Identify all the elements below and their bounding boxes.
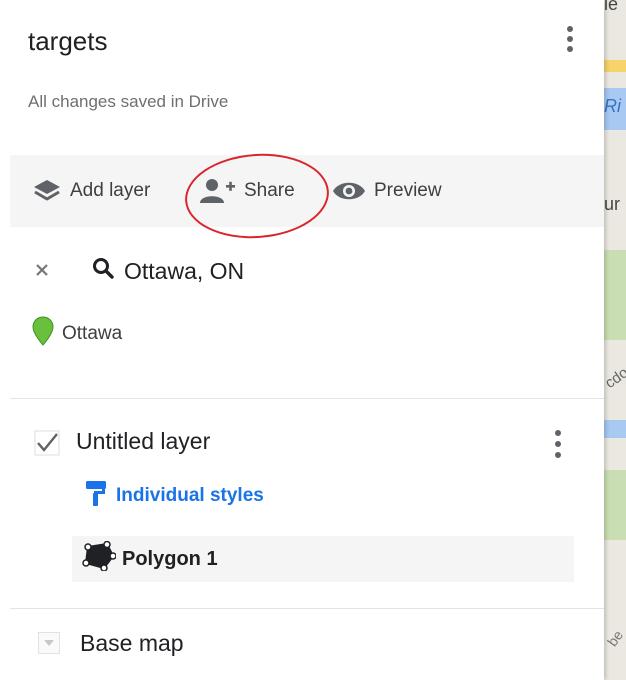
map-sidebar-panel: targets All changes saved in Drive Add l…: [0, 0, 604, 680]
share-label: Share: [244, 180, 295, 201]
map-label: ie: [604, 0, 619, 14]
map-options-menu-button[interactable]: [560, 24, 580, 54]
checkbox-checked-icon: [34, 430, 60, 456]
map-title[interactable]: targets: [28, 26, 108, 57]
feature-label: Polygon 1: [122, 547, 218, 570]
search-results-section: Ottawa, ON Ottawa: [0, 240, 604, 400]
add-layer-label: Add layer: [70, 180, 151, 201]
preview-label: Preview: [374, 180, 442, 201]
polygon-icon: [82, 540, 117, 577]
layer-visibility-checkbox[interactable]: [34, 430, 60, 456]
clear-search-button[interactable]: [30, 260, 54, 284]
toolbar: Add layer Share Preview: [10, 155, 604, 227]
map-label: Ri: [604, 96, 621, 116]
search-result-item[interactable]: Ottawa: [32, 316, 123, 352]
search-icon: [92, 257, 114, 285]
search-query: Ottawa, ON: [92, 254, 244, 288]
more-vert-icon-dot: [567, 46, 573, 52]
more-vert-icon: [567, 26, 573, 32]
more-vert-icon-dot: [555, 441, 561, 447]
individual-styles-link[interactable]: Individual styles: [84, 480, 264, 512]
section-divider: [10, 398, 604, 399]
section-divider: [10, 608, 604, 609]
layer-section: Untitled layer Individual styles Polygon…: [0, 400, 604, 608]
base-map-section: Base map: [0, 612, 604, 680]
map-label: ur: [604, 194, 621, 214]
map-label: cdo: [602, 364, 626, 392]
layer-options-menu-button[interactable]: [548, 428, 568, 460]
search-query-text: Ottawa, ON: [124, 257, 245, 284]
map-marker-icon: [32, 316, 54, 352]
save-status: All changes saved in Drive: [28, 92, 229, 111]
base-map-label[interactable]: Base map: [80, 630, 184, 657]
chevron-down-icon: [44, 640, 54, 646]
individual-styles-label: Individual styles: [116, 485, 264, 506]
paint-roller-icon: [84, 479, 108, 513]
base-map-toggle[interactable]: [38, 632, 60, 654]
more-vert-icon: [555, 430, 561, 436]
more-vert-icon-dot: [555, 452, 561, 458]
layer-name[interactable]: Untitled layer: [76, 428, 210, 455]
map-header: targets All changes saved in Drive: [0, 0, 604, 138]
share-button[interactable]: Share: [198, 171, 295, 211]
add-layer-button[interactable]: Add layer: [32, 171, 150, 211]
eye-icon: [332, 179, 366, 203]
close-icon: [35, 263, 49, 282]
map-label: be: [604, 627, 626, 650]
preview-button[interactable]: Preview: [332, 171, 442, 211]
search-result-label: Ottawa: [62, 323, 123, 344]
feature-item[interactable]: Polygon 1: [72, 536, 574, 582]
layers-icon: [32, 178, 62, 204]
more-vert-icon-dot: [567, 36, 573, 42]
person-add-icon: [198, 178, 236, 204]
